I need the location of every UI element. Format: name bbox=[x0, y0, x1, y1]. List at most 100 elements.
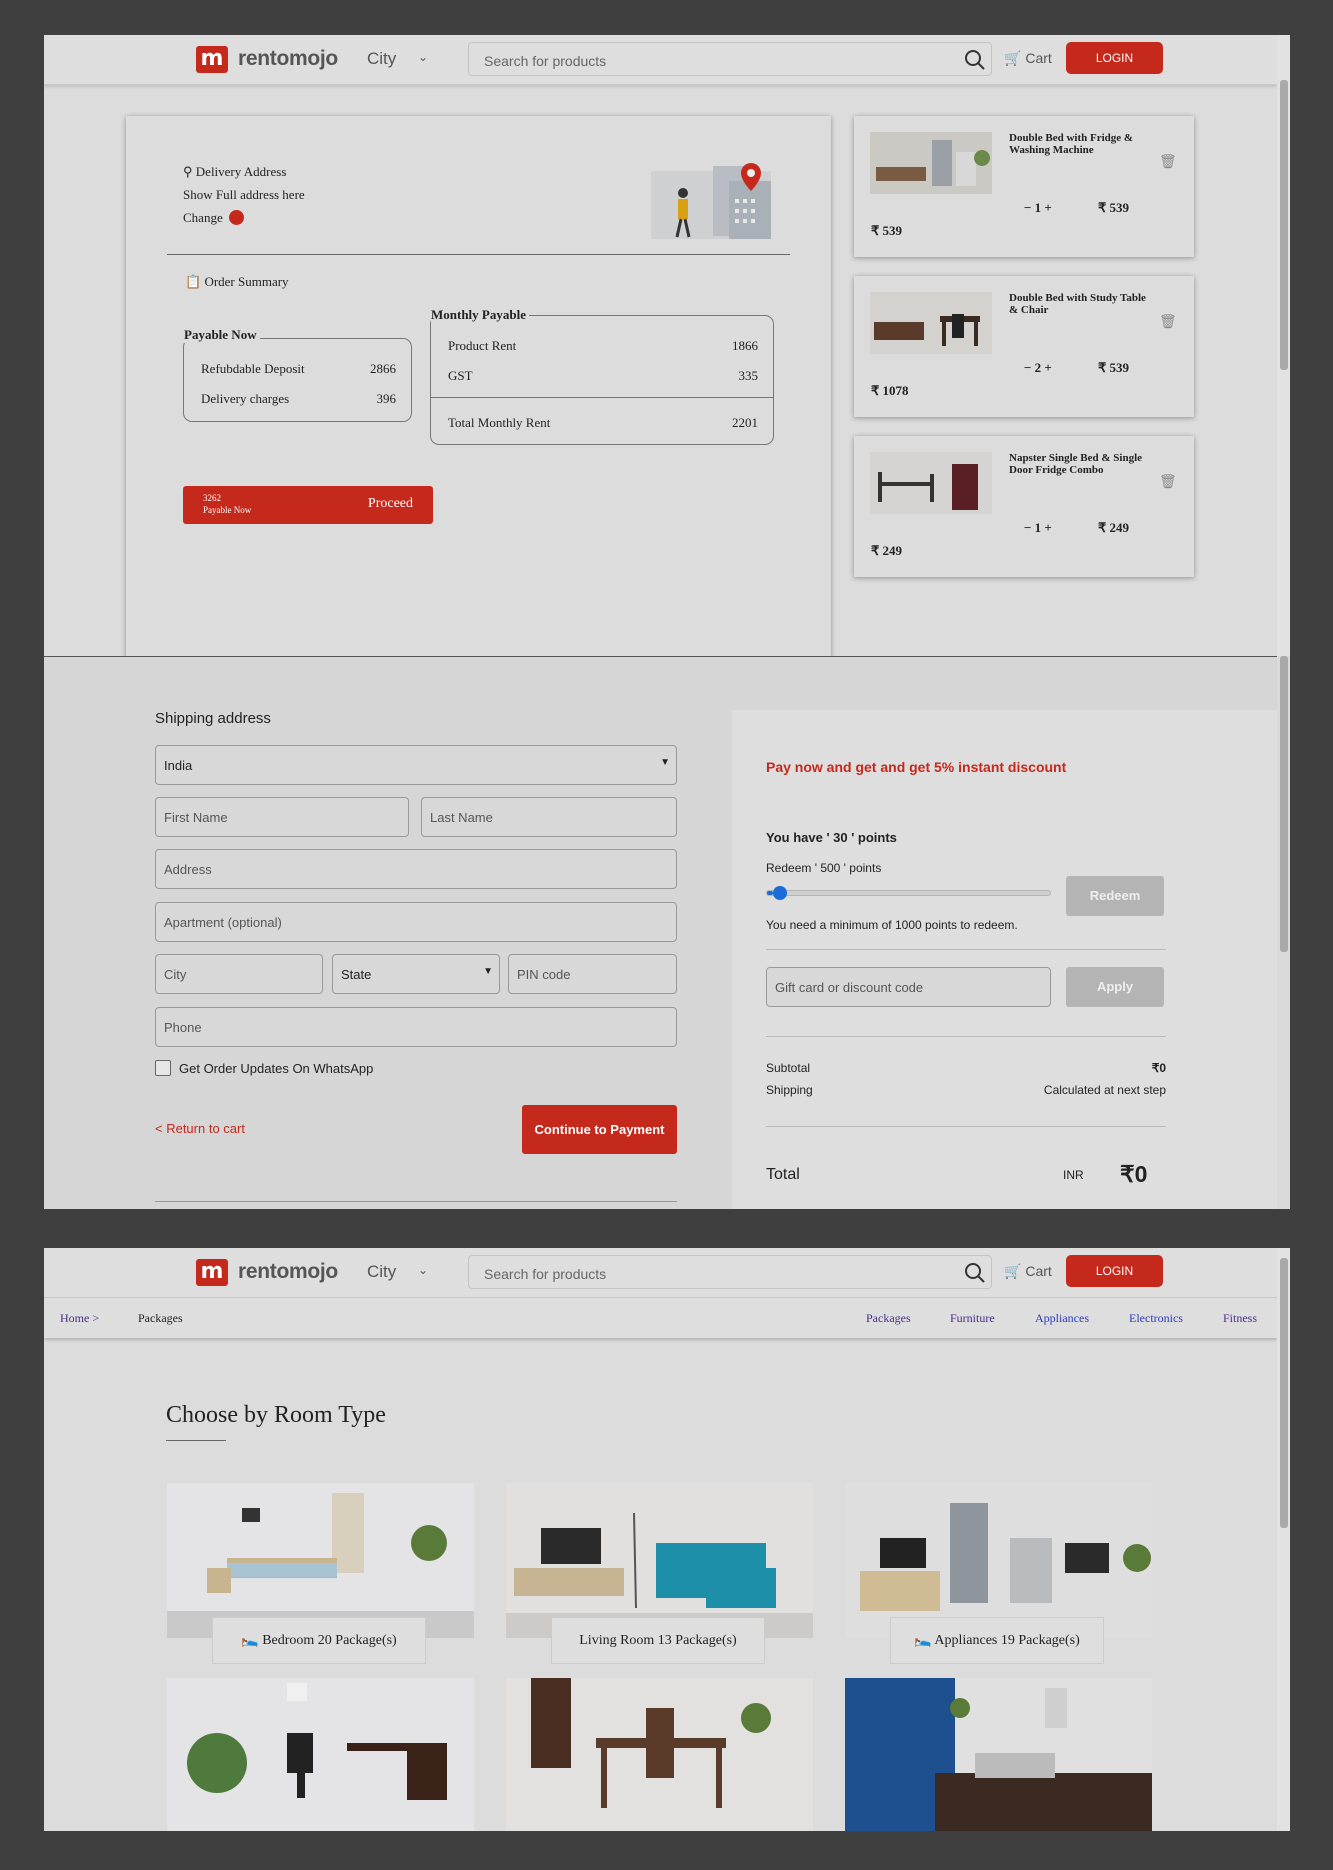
cart-label: Cart bbox=[1025, 1263, 1052, 1279]
item-qty: 1 bbox=[1034, 200, 1042, 215]
scrollbar[interactable] bbox=[1277, 656, 1290, 1209]
proceed-label: Proceed bbox=[367, 496, 413, 511]
points-slider[interactable] bbox=[766, 886, 1051, 900]
continue-to-payment-button[interactable]: Continue to Payment bbox=[522, 1105, 677, 1154]
sub-nav-bar: Home > Packages Packages Furniture Appli… bbox=[44, 1298, 1277, 1338]
whatsapp-checkbox[interactable] bbox=[155, 1060, 171, 1076]
scrollbar[interactable] bbox=[1277, 35, 1290, 656]
scrollbar-thumb[interactable] bbox=[1280, 656, 1288, 952]
subtotal-label: Subtotal bbox=[766, 1061, 811, 1075]
total-label: Total bbox=[766, 1166, 800, 1183]
pin-code-field[interactable]: PIN code bbox=[508, 954, 677, 994]
login-button[interactable]: LOGIN bbox=[1066, 42, 1163, 74]
city-field[interactable]: City bbox=[155, 954, 323, 994]
last-name-field[interactable]: Last Name bbox=[421, 797, 677, 837]
logo-icon[interactable]: m bbox=[196, 1259, 228, 1286]
dining-room-image[interactable] bbox=[506, 1678, 813, 1831]
scrollbar-thumb[interactable] bbox=[1280, 1258, 1288, 1528]
minus-icon[interactable]: − bbox=[1024, 200, 1031, 215]
search-input[interactable]: Search for products bbox=[468, 42, 992, 76]
first-name-field[interactable]: First Name bbox=[155, 797, 409, 837]
item-image[interactable] bbox=[870, 452, 992, 514]
cart-item: Double Bed with Fridge & Washing Machine… bbox=[854, 116, 1194, 257]
chevron-down-icon[interactable]: ⌄ bbox=[418, 50, 428, 64]
deposit-label: Refubdable Deposit bbox=[201, 361, 305, 376]
search-icon[interactable] bbox=[964, 1262, 986, 1284]
room-card-bedroom[interactable]: 🛌 Bedroom 20 Package(s) bbox=[212, 1617, 426, 1664]
breadcrumb-home[interactable]: Home > bbox=[60, 1311, 99, 1326]
city-selector[interactable]: City bbox=[367, 49, 396, 69]
trash-icon[interactable]: 🗑 bbox=[1159, 153, 1177, 170]
gst-label: GST bbox=[448, 368, 473, 383]
proceed-sub: Payable Now bbox=[203, 505, 252, 515]
payable-now-box: Payable Now Refubdable Deposit 2866 Deli… bbox=[183, 327, 412, 422]
apply-button[interactable]: Apply bbox=[1066, 967, 1164, 1007]
discount-message: Pay now and get and get 5% instant disco… bbox=[766, 759, 1067, 775]
plus-icon[interactable]: + bbox=[1044, 200, 1051, 215]
country-select[interactable]: India ▼ bbox=[155, 745, 677, 785]
appliances-image[interactable] bbox=[845, 1483, 1152, 1638]
address-field[interactable]: Address bbox=[155, 849, 677, 889]
order-card: ⚲ Delivery Address Show Full address her… bbox=[126, 116, 831, 656]
quantity-stepper[interactable]: − 1 + bbox=[1024, 200, 1052, 216]
state-select[interactable]: State ▼ bbox=[332, 954, 500, 994]
study-room-image[interactable] bbox=[845, 1678, 1152, 1831]
nav-packages[interactable]: Packages bbox=[866, 1311, 911, 1326]
quantity-stepper[interactable]: − 2 + bbox=[1024, 360, 1052, 376]
trash-icon[interactable]: 🗑 bbox=[1159, 473, 1177, 490]
room-label: Living Room 13 Package(s) bbox=[579, 1633, 737, 1648]
logo-text[interactable]: rentomojo bbox=[238, 1260, 338, 1284]
scrollbar-thumb[interactable] bbox=[1280, 80, 1288, 370]
item-qty: 1 bbox=[1034, 520, 1042, 535]
change-link[interactable]: Change bbox=[183, 210, 244, 226]
bedroom-image[interactable] bbox=[167, 1483, 474, 1638]
item-image[interactable] bbox=[870, 132, 992, 194]
apartment-field[interactable]: Apartment (optional) bbox=[155, 902, 677, 942]
plus-icon[interactable]: + bbox=[1044, 520, 1051, 535]
cart-link[interactable]: 🛒 Cart bbox=[1004, 1263, 1052, 1280]
redeem-button[interactable]: Redeem bbox=[1066, 876, 1164, 916]
sofa-icon: 🛌 bbox=[914, 1633, 932, 1648]
work-from-home-image[interactable] bbox=[167, 1678, 474, 1831]
divider bbox=[766, 1126, 1166, 1127]
return-to-cart-link[interactable]: < Return to cart bbox=[155, 1121, 245, 1136]
item-unit-price: ₹ 539 bbox=[1098, 360, 1130, 375]
minus-icon[interactable]: − bbox=[1024, 520, 1031, 535]
monthly-payable-box: Monthly Payable Product Rent 1866 GST 33… bbox=[430, 307, 774, 445]
monthly-payable-title: Monthly Payable bbox=[431, 307, 529, 323]
search-input[interactable]: Search for products bbox=[468, 1255, 992, 1289]
cart-link[interactable]: 🛒 Cart bbox=[1004, 50, 1052, 67]
state-value: State bbox=[341, 967, 372, 982]
proceed-button[interactable]: 3262 Payable Now Proceed bbox=[183, 486, 433, 524]
chevron-down-icon[interactable]: ⌄ bbox=[418, 1263, 428, 1277]
chevron-down-icon: ▼ bbox=[660, 757, 670, 768]
logo-text[interactable]: rentomojo bbox=[238, 47, 338, 71]
room-card-appliances[interactable]: 🛌 Appliances 19 Package(s) bbox=[890, 1617, 1104, 1664]
living-room-image[interactable] bbox=[506, 1483, 813, 1638]
login-button[interactable]: LOGIN bbox=[1066, 1255, 1163, 1287]
room-card-living-room[interactable]: Living Room 13 Package(s) bbox=[551, 1617, 765, 1664]
scrollbar[interactable] bbox=[1277, 1248, 1290, 1831]
item-qty: 2 bbox=[1034, 360, 1042, 375]
slider-handle[interactable] bbox=[773, 886, 787, 900]
phone-field[interactable]: Phone bbox=[155, 1007, 677, 1047]
order-summary-label: Order Summary bbox=[204, 274, 289, 289]
plus-icon[interactable]: + bbox=[1044, 360, 1051, 375]
divider bbox=[44, 656, 1290, 657]
city-selector[interactable]: City bbox=[367, 1262, 396, 1282]
nav-furniture[interactable]: Furniture bbox=[950, 1311, 995, 1326]
trash-icon[interactable]: 🗑 bbox=[1159, 313, 1177, 330]
gift-card-input[interactable]: Gift card or discount code bbox=[766, 967, 1051, 1007]
nav-electronics[interactable]: Electronics bbox=[1129, 1311, 1183, 1326]
logo-icon[interactable]: m bbox=[196, 46, 228, 73]
nav-fitness[interactable]: Fitness bbox=[1223, 1311, 1257, 1326]
delivery-address-row: ⚲ Delivery Address bbox=[183, 164, 286, 180]
currency-label: INR bbox=[1063, 1168, 1084, 1182]
quantity-stepper[interactable]: − 1 + bbox=[1024, 520, 1052, 536]
search-icon[interactable] bbox=[964, 49, 986, 71]
item-unit-price: ₹ 249 bbox=[1098, 520, 1130, 535]
item-image[interactable] bbox=[870, 292, 992, 354]
minus-icon[interactable]: − bbox=[1024, 360, 1031, 375]
nav-appliances[interactable]: Appliances bbox=[1035, 1311, 1089, 1326]
page-title: Choose by Room Type bbox=[166, 1402, 386, 1428]
